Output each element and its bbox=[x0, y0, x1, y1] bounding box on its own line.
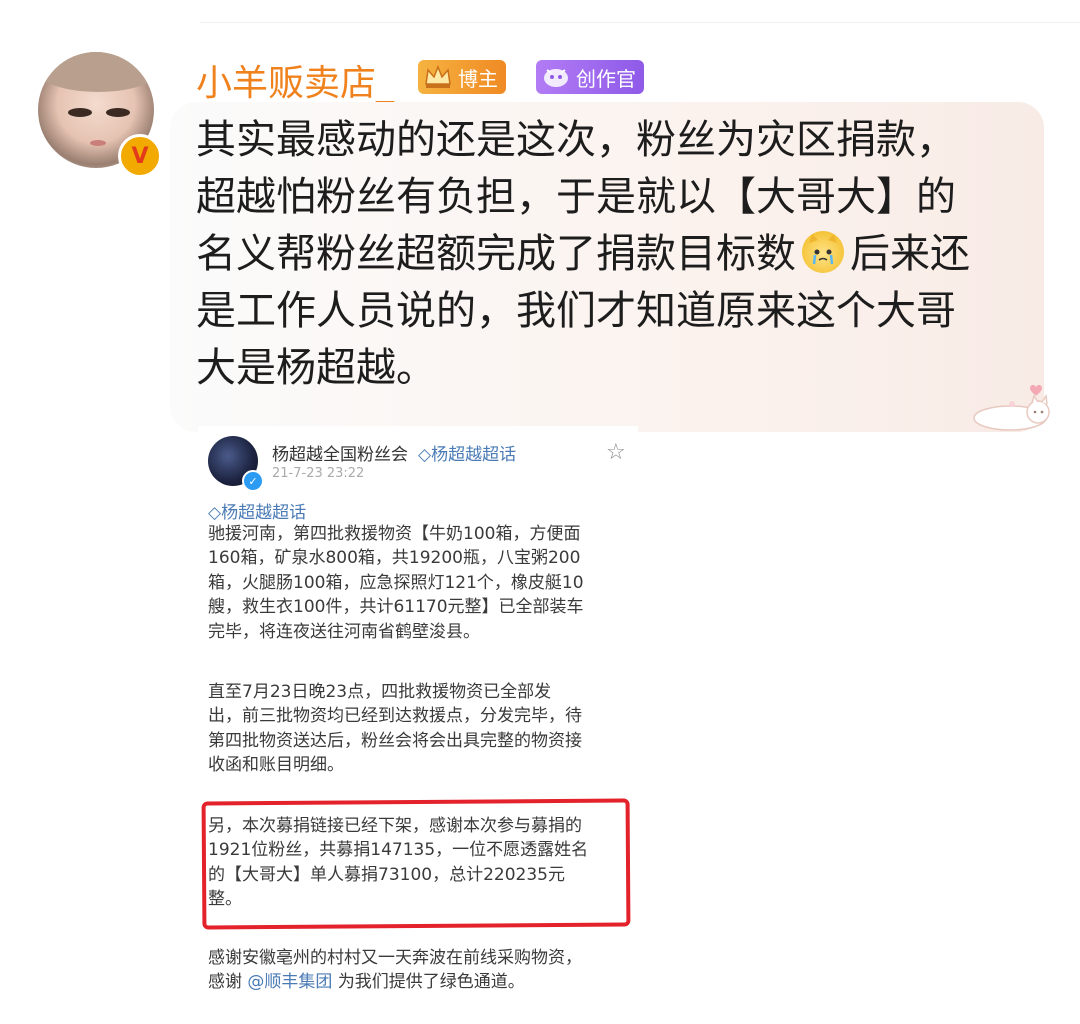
embedded-author[interactable]: 杨超越全国粉丝会 bbox=[272, 440, 408, 465]
highlight-box bbox=[201, 798, 631, 930]
diamond-icon: ◇ bbox=[208, 503, 222, 523]
thanks-suffix: 为我们提供了绿色通道。 bbox=[337, 972, 525, 993]
fan-club-avatar[interactable]: ✓ bbox=[208, 436, 264, 492]
paragraph-line: 完毕，将连夜送往河南省鹤壁浚县。 bbox=[208, 621, 480, 642]
mention-link[interactable]: @顺丰集团 bbox=[247, 972, 332, 992]
paragraph-line: 箱，火腿肠100箱，应急探照灯121个，橡皮艇10 bbox=[208, 572, 584, 593]
paragraph-line: 直至7月23日晚23点，四批救援物资已全部发 bbox=[208, 682, 552, 702]
paragraph-line: 160箱，矿泉水800箱，共19200瓶，八宝粥200 bbox=[208, 548, 581, 569]
username[interactable]: 小羊贩卖店_ bbox=[196, 54, 394, 106]
post-line: 超越怕粉丝有负担，于是就以【大哥大】的 bbox=[196, 174, 956, 220]
embedded-topic-label: 杨超越超话 bbox=[431, 445, 517, 465]
bubble-cat-decoration-icon bbox=[952, 374, 1052, 432]
thanks-prefix: 感谢 bbox=[208, 972, 242, 993]
post-line: 名义帮粉丝超额完成了捐款目标数 后来还 bbox=[196, 226, 1026, 283]
star-icon[interactable]: ☆ bbox=[606, 440, 626, 465]
post-line: 大是杨超越。 bbox=[196, 345, 436, 391]
creator-icon bbox=[540, 63, 572, 91]
paragraph-line: 艘，救生衣100件，共计61170元整】已全部装车 bbox=[208, 597, 584, 618]
top-divider bbox=[200, 22, 1080, 23]
post-line: 是工作人员说的，我们才知道原来这个大哥 bbox=[196, 288, 956, 334]
paragraph-supplies: 驰援河南，第四批救援物资【牛奶100箱，方便面 160箱，矿泉水800箱，共19… bbox=[208, 522, 638, 644]
topic-tag-label: 杨超越超话 bbox=[221, 503, 307, 523]
embedded-date: 21-7-23 23:22 bbox=[272, 466, 365, 481]
paragraph-status: 直至7月23日晚23点，四批救援物资已全部发 出，前三批物资均已经到达救援点，分… bbox=[208, 680, 638, 778]
paragraph-line: 感谢 @顺丰集团 为我们提供了绿色通道。 bbox=[208, 970, 638, 994]
blogger-badge-label: 博主 bbox=[458, 66, 498, 91]
post-line-part: 后来还 bbox=[850, 231, 970, 277]
creator-badge-label: 创作官 bbox=[576, 66, 636, 91]
paragraph-line: 感谢安徽亳州的村村又一天奔波在前线采购物资， bbox=[208, 948, 582, 968]
paragraph-line: 第四批物资送达后，粉丝会将会出具完整的物资接 bbox=[208, 730, 582, 751]
post-line: 其实最感动的还是这次，粉丝为灾区捐款， bbox=[196, 117, 956, 163]
crown-icon bbox=[422, 63, 454, 91]
post-line-part: 名义帮粉丝超额完成了捐款目标数 bbox=[196, 231, 796, 277]
verified-badge-icon: V bbox=[118, 134, 162, 178]
post-text: 其实最感动的还是这次，粉丝为灾区捐款， 超越怕粉丝有负担，于是就以【大哥大】的 … bbox=[196, 112, 1026, 397]
paragraph-thanks: 感谢安徽亳州的村村又一天奔波在前线采购物资， 感谢 @顺丰集团 为我们提供了绿色… bbox=[208, 946, 638, 995]
paragraph-line: 出，前三批物资均已经到达救援点，分发完毕，待 bbox=[208, 706, 582, 727]
paragraph-line: 驰援河南，第四批救援物资【牛奶100箱，方便面 bbox=[208, 524, 581, 544]
embedded-topic[interactable]: ◇杨超越超话 bbox=[418, 440, 516, 465]
blogger-badge[interactable]: 博主 bbox=[418, 60, 506, 94]
crying-cat-emoji-icon bbox=[802, 231, 844, 273]
diamond-icon: ◇ bbox=[418, 445, 432, 465]
topic-tag[interactable]: ◇杨超越超话 bbox=[208, 498, 306, 523]
verified-icon: ✓ bbox=[242, 470, 264, 492]
paragraph-line: 收函和账目明细。 bbox=[208, 755, 344, 776]
creator-badge[interactable]: 创作官 bbox=[536, 60, 644, 94]
